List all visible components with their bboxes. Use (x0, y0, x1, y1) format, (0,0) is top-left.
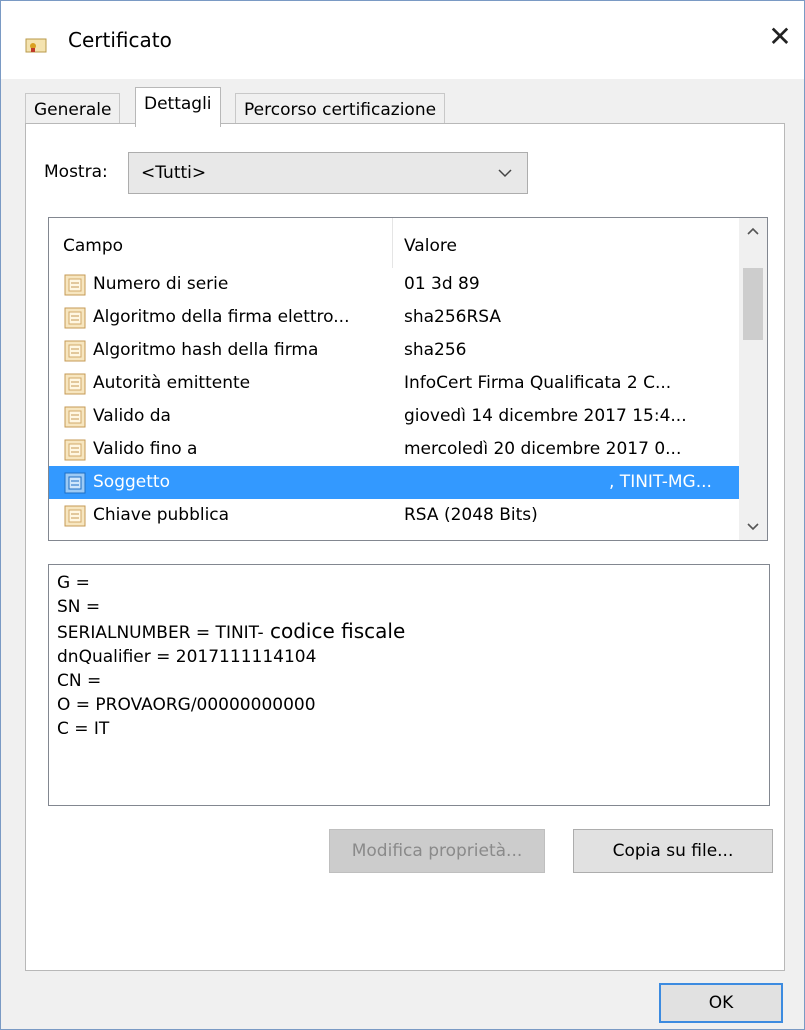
detail-line: CN = (57, 671, 102, 691)
row-field: Valido fino a (93, 439, 198, 459)
certificate-field-icon (64, 472, 86, 494)
close-button[interactable]: ✕ (763, 19, 797, 53)
row-field: Autorità emittente (93, 373, 251, 393)
row-value: sha256RSA (404, 307, 502, 327)
window-title: Certificato (68, 28, 172, 52)
chevron-up-icon (747, 227, 759, 235)
scroll-thumb[interactable] (743, 268, 763, 340)
tab-certification-path[interactable]: Percorso certificazione (235, 93, 446, 125)
row-value: giovedì 14 dicembre 2017 15:4... (404, 406, 687, 426)
scroll-up-button[interactable] (739, 218, 767, 246)
row-value: mercoledì 20 dicembre 2017 0... (404, 439, 682, 459)
detail-line-serialnumber: SERIALNUMBER = TINIT- codice fiscale (57, 619, 761, 645)
show-select[interactable]: <Tutti> (128, 152, 528, 194)
serial-suffix: codice fiscale (263, 619, 406, 643)
tab-strip: Generale Dettagli Percorso certificazion… (25, 87, 785, 127)
certificate-field-icon (64, 340, 86, 362)
tab-details[interactable]: Dettagli (135, 87, 221, 127)
field-detail-textbox[interactable]: G = SN = SERIALNUMBER = TINIT- codice fi… (48, 564, 770, 806)
close-icon: ✕ (768, 19, 792, 53)
detail-line: SN = (57, 597, 101, 617)
scroll-down-button[interactable] (739, 512, 767, 540)
detail-line: dnQualifier = 2017111114104 (57, 647, 317, 667)
list-row[interactable]: Valido da giovedì 14 dicembre 2017 15:4.… (49, 400, 739, 433)
detail-line: G = (57, 573, 90, 593)
list-row[interactable]: Algoritmo hash della firma sha256 (49, 334, 739, 367)
show-select-value: <Tutti> (141, 163, 207, 183)
row-value: , TINIT-MG... (609, 472, 712, 492)
column-header-field[interactable]: Campo (63, 236, 123, 256)
certificate-field-icon (64, 406, 86, 428)
row-field: Valido da (93, 406, 171, 426)
detail-line: C = IT (57, 719, 110, 739)
row-value: sha256 (404, 340, 467, 360)
list-row[interactable]: Algoritmo della firma elettro... sha256R… (49, 301, 739, 334)
row-value: RSA (2048 Bits) (404, 505, 538, 525)
list-row-selected[interactable]: Soggetto , TINIT-MG... (49, 466, 739, 499)
show-label: Mostra: (44, 162, 108, 182)
list-row[interactable]: Autorità emittente InfoCert Firma Qualif… (49, 367, 739, 400)
copy-to-file-button[interactable]: Copia su file... (573, 829, 773, 873)
title-bar: Certificato ✕ (1, 1, 804, 79)
list-header: Campo Valore (49, 218, 739, 268)
certificate-field-icon (64, 505, 86, 527)
detail-line: O = PROVAORG/00000000000 (57, 695, 316, 715)
certificate-field-icon (64, 307, 86, 329)
details-panel: Mostra: <Tutti> Campo Valore Numero di s… (25, 123, 785, 971)
fields-list[interactable]: Campo Valore Numero di serie 01 3d 89 Al… (48, 217, 768, 541)
list-row[interactable]: Valido fino a mercoledì 20 dicembre 2017… (49, 433, 739, 466)
row-field: Chiave pubblica (93, 505, 230, 525)
certificate-field-icon (64, 373, 86, 395)
list-row[interactable]: Numero di serie 01 3d 89 (49, 268, 739, 301)
edit-properties-button[interactable]: Modifica proprietà... (329, 829, 545, 873)
certificate-field-icon (64, 274, 86, 296)
column-separator[interactable] (392, 218, 393, 268)
chevron-down-icon (747, 523, 759, 531)
vertical-scrollbar[interactable] (739, 218, 767, 540)
column-header-value[interactable]: Valore (404, 236, 457, 256)
tab-general[interactable]: Generale (25, 93, 121, 125)
list-row[interactable]: Chiave pubblica RSA (2048 Bits) (49, 499, 739, 532)
ok-button[interactable]: OK (659, 983, 783, 1023)
certificate-dialog: Certificato ✕ Generale Dettagli Percorso… (0, 0, 805, 1030)
chevron-down-icon (498, 169, 512, 178)
row-field: Numero di serie (93, 274, 229, 294)
row-field: Algoritmo hash della firma (93, 340, 319, 360)
row-value: InfoCert Firma Qualificata 2 C... (404, 373, 672, 393)
detail-line: SERIALNUMBER = TINIT- (57, 623, 264, 643)
certificate-icon (25, 38, 47, 53)
row-field: Algoritmo della firma elettro... (93, 307, 350, 327)
certificate-field-icon (64, 439, 86, 461)
row-field: Soggetto (93, 472, 170, 492)
row-value: 01 3d 89 (404, 274, 480, 294)
